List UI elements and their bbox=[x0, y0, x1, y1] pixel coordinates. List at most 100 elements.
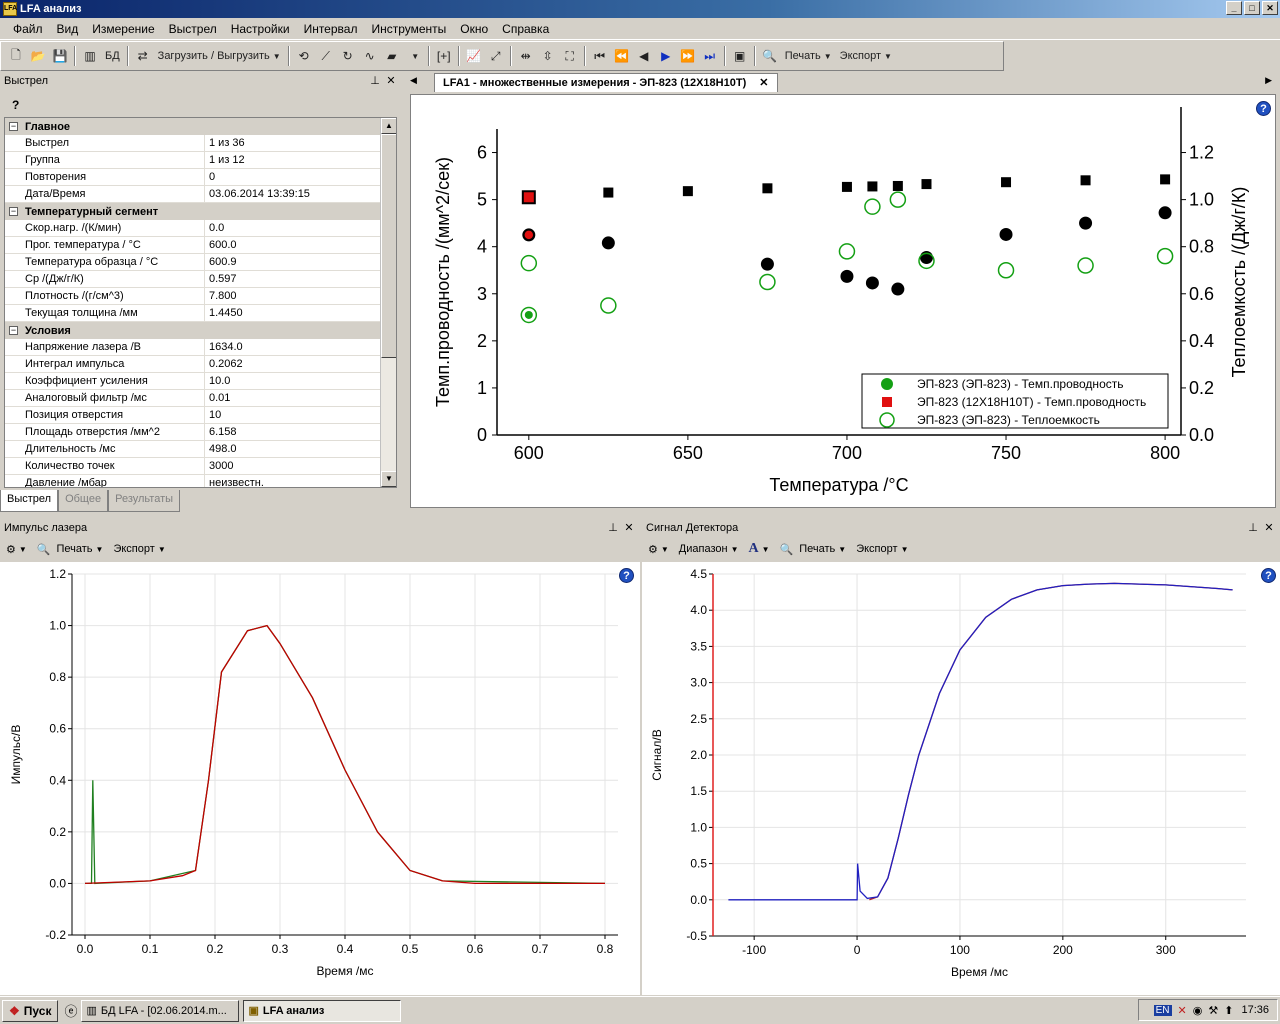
close-button[interactable]: ✕ bbox=[1262, 1, 1278, 15]
export-button[interactable]: Экспорт ▼ bbox=[113, 543, 165, 555]
expand-h-icon[interactable]: ⇹ bbox=[515, 45, 537, 67]
print-button[interactable]: Печать ▼ bbox=[57, 543, 104, 555]
layer-icon[interactable]: ▰ bbox=[381, 45, 403, 67]
font-button[interactable]: A ▼ bbox=[749, 541, 770, 557]
collapse-icon[interactable]: − bbox=[9, 207, 18, 216]
property-row[interactable]: Давление /мбар неизвестн. bbox=[5, 475, 380, 487]
settings-icon[interactable]: ⚙ bbox=[648, 543, 658, 556]
property-row[interactable]: Позиция отверстия 10 bbox=[5, 407, 380, 424]
section-header[interactable]: − Температурный сегмент bbox=[5, 203, 380, 220]
property-row[interactable]: Аналоговый фильтр /мс 0.01 bbox=[5, 390, 380, 407]
pin-icon[interactable]: ⊥ bbox=[368, 74, 382, 87]
chart-fit-icon[interactable]: ⤢ bbox=[485, 45, 507, 67]
print-preview-icon[interactable]: 🔍 bbox=[780, 543, 794, 556]
refresh-icon[interactable]: ↻ bbox=[337, 45, 359, 67]
chart-line-icon[interactable]: 📈 bbox=[463, 45, 485, 67]
next-icon[interactable]: ▶ bbox=[655, 45, 677, 67]
property-row[interactable]: Группа 1 из 12 bbox=[5, 152, 380, 169]
update-icon[interactable]: ⬆ bbox=[1224, 1004, 1233, 1017]
help-question-icon[interactable]: ? bbox=[12, 98, 19, 112]
property-row[interactable]: Площадь отверстия /мм^2 6.158 bbox=[5, 424, 380, 441]
property-row[interactable]: Напряжение лазера /В 1634.0 bbox=[5, 339, 380, 356]
task-db-lfa[interactable]: ▥ БД LFA - [02.06.2014.m... bbox=[81, 999, 240, 1022]
settings-icon[interactable]: ⚙ bbox=[6, 543, 16, 556]
prev-icon[interactable]: ◀ bbox=[633, 45, 655, 67]
print-button[interactable]: Печать ▼ bbox=[799, 543, 846, 555]
fullscreen-icon[interactable]: ⛶ bbox=[559, 45, 581, 67]
fit-icon[interactable]: [+] bbox=[433, 45, 455, 67]
menu-window[interactable]: Окно bbox=[453, 22, 495, 36]
property-scrollbar[interactable]: ▲ ▼ bbox=[380, 118, 396, 487]
monitor-icon[interactable]: ▣ bbox=[729, 45, 751, 67]
collapse-icon[interactable]: − bbox=[9, 122, 18, 131]
model-icon[interactable]: ⟋ bbox=[315, 45, 337, 67]
database-icon[interactable]: ▥ bbox=[79, 45, 101, 67]
help-icon[interactable]: ? bbox=[1261, 568, 1276, 583]
export-button[interactable]: Экспорт ▼ bbox=[856, 543, 908, 555]
help-icon[interactable]: ? bbox=[1256, 101, 1271, 116]
tool-icon[interactable]: ⚒ bbox=[1208, 1004, 1218, 1017]
help-icon[interactable]: ? bbox=[619, 568, 634, 583]
tab-results[interactable]: Результаты bbox=[108, 490, 181, 512]
load-unload-button[interactable]: Загрузить / Выгрузить ▼ bbox=[154, 45, 285, 67]
property-row[interactable]: Количество точек 3000 bbox=[5, 458, 380, 475]
maximize-button[interactable]: □ bbox=[1244, 1, 1260, 15]
security-icon[interactable]: ◉ bbox=[1193, 1004, 1203, 1017]
property-row[interactable]: Скор.нагр. /(К/мин) 0.0 bbox=[5, 220, 380, 237]
property-row[interactable]: Прог. температура / °C 600.0 bbox=[5, 237, 380, 254]
pulse-chart[interactable]: -0.2 0.0 0.2 0.4 0.6 0.8 1.0 1.2 0.0 0.1 0.2 0.3 0.4… bbox=[0, 562, 640, 995]
export-button[interactable]: Экспорт ▼ bbox=[836, 45, 896, 67]
menu-shot[interactable]: Выстрел bbox=[162, 22, 224, 36]
forward-icon[interactable]: ⏩ bbox=[677, 45, 699, 67]
close-icon[interactable]: ✕ bbox=[759, 77, 768, 89]
property-row[interactable]: Интеграл импульса 0.2062 bbox=[5, 356, 380, 373]
pin-icon[interactable]: ⊥ bbox=[1246, 521, 1260, 534]
menu-settings[interactable]: Настройки bbox=[224, 22, 297, 36]
tab-scroll-right-icon[interactable]: ▶ bbox=[1265, 75, 1272, 86]
close-icon[interactable]: ✕ bbox=[1262, 521, 1276, 534]
first-icon[interactable]: ⏮ bbox=[589, 45, 611, 67]
minimize-button[interactable]: _ bbox=[1226, 1, 1242, 15]
scroll-thumb[interactable] bbox=[381, 134, 396, 358]
close-icon[interactable]: ✕ bbox=[622, 521, 636, 534]
ie-icon[interactable]: ⓔ bbox=[64, 1001, 77, 1020]
new-file-icon[interactable]: 🗋 bbox=[5, 45, 27, 67]
start-button[interactable]: ❖ Пуск bbox=[2, 999, 59, 1022]
pin-icon[interactable]: ⊥ bbox=[606, 521, 620, 534]
tab-shot[interactable]: Выстрел bbox=[0, 490, 59, 512]
diffusivity-chart[interactable]: 0 1 2 3 4 5 6 0.0 0.2 0.4 0.6 0.8 1.0 1.2 600 650 700 750… bbox=[411, 95, 1275, 507]
network-icon[interactable]: ✕ bbox=[1178, 1004, 1187, 1017]
rewind-icon[interactable]: ⏪ bbox=[611, 45, 633, 67]
language-indicator[interactable]: EN bbox=[1153, 1004, 1172, 1016]
tab-scroll-left-icon[interactable]: ◀ bbox=[410, 75, 417, 86]
last-icon[interactable]: ⏭ bbox=[699, 45, 721, 67]
property-row[interactable]: Коэффициент усиления 10.0 bbox=[5, 373, 380, 390]
menu-tools[interactable]: Инструменты bbox=[364, 22, 453, 36]
detector-chart[interactable]: -0.5 0.0 0.5 1.0 1.5 2.0 2.5 3.0 3.5 4.0 4.5 -100 0 1… bbox=[642, 562, 1280, 995]
property-row[interactable]: Выстрел 1 из 36 bbox=[5, 135, 380, 152]
task-lfa-analysis[interactable]: ▣ LFA анализ bbox=[243, 999, 402, 1022]
calc-icon[interactable]: ⟲ bbox=[293, 45, 315, 67]
property-row[interactable]: Длительность /мс 498.0 bbox=[5, 441, 380, 458]
menu-file[interactable]: Файл bbox=[6, 22, 50, 36]
collapse-icon[interactable]: − bbox=[9, 326, 18, 335]
print-button[interactable]: Печать ▼ bbox=[781, 45, 836, 67]
property-row[interactable]: Cp /(Дж/г/К) 0.597 bbox=[5, 271, 380, 288]
property-row[interactable]: Температура образца / °C 600.9 bbox=[5, 254, 380, 271]
property-row[interactable]: Повторения 0 bbox=[5, 169, 380, 186]
load-icon[interactable]: ⇄ bbox=[132, 45, 154, 67]
print-preview-icon[interactable]: 🔍 bbox=[37, 543, 51, 556]
db-button[interactable]: БД bbox=[101, 45, 124, 67]
chevron-down-icon[interactable]: ▼ bbox=[661, 545, 669, 554]
open-folder-icon[interactable]: 📂 bbox=[27, 45, 49, 67]
chevron-down-icon[interactable]: ▼ bbox=[19, 545, 27, 554]
property-row[interactable]: Плотность /(г/см^3) 7.800 bbox=[5, 288, 380, 305]
scroll-up-icon[interactable]: ▲ bbox=[381, 118, 396, 134]
print-preview-icon[interactable]: 🔍 bbox=[759, 45, 781, 67]
tab-lfa1[interactable]: LFA1 - множественные измерения - ЭП-823 … bbox=[434, 73, 778, 92]
menu-interval[interactable]: Интервал bbox=[297, 22, 365, 36]
section-header[interactable]: − Условия bbox=[5, 322, 380, 339]
menu-help[interactable]: Справка bbox=[495, 22, 556, 36]
chevron-down-icon[interactable]: ▼ bbox=[403, 45, 425, 67]
signal-icon[interactable]: ∿ bbox=[359, 45, 381, 67]
